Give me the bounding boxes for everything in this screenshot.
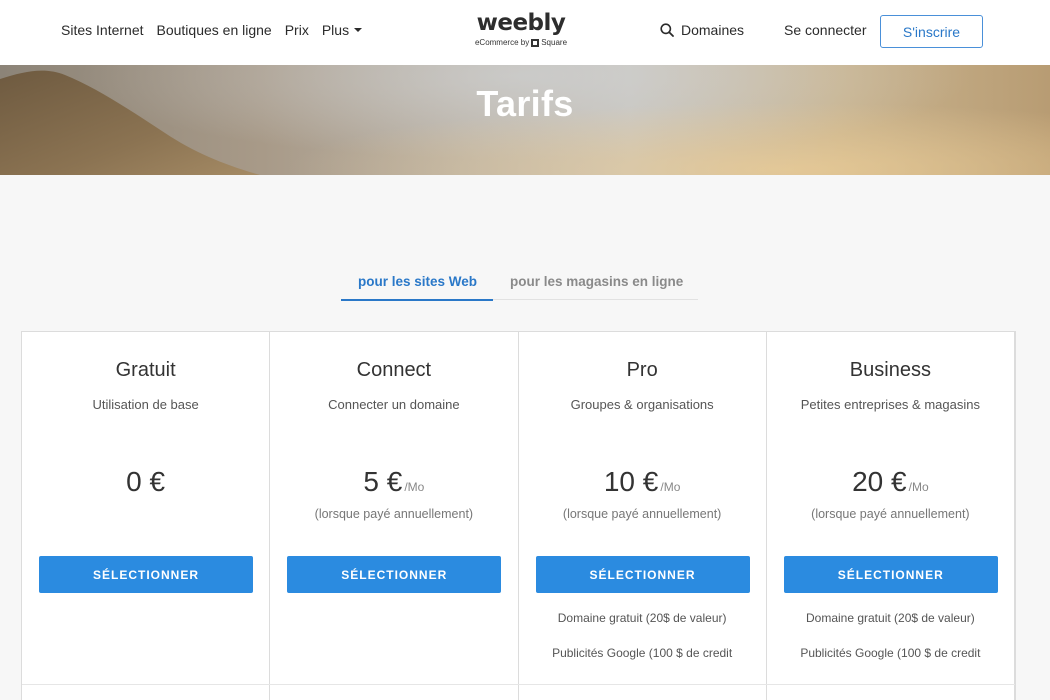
plan-billing-note: (lorsque payé annuellement)	[811, 507, 970, 521]
select-plan-button[interactable]: SÉLECTIONNER	[39, 556, 253, 593]
plan-price-amount: 5 €	[363, 466, 403, 497]
plan-name: Pro	[626, 359, 658, 381]
plan-price: 10 €/Mo	[519, 466, 766, 498]
tab-magasins-en-ligne[interactable]: pour les magasins en ligne	[510, 274, 683, 289]
plans-divider	[22, 684, 1015, 685]
nav-link-plus-dropdown[interactable]: Plus	[321, 22, 363, 38]
nav-link-prix[interactable]: Prix	[285, 22, 309, 38]
active-tab-indicator	[341, 299, 493, 301]
plan-price-amount: 10 €	[603, 466, 659, 497]
logo-sub-brand: Square	[541, 38, 568, 47]
plan-price-amount: 20 €	[852, 466, 907, 497]
plan-price: 0 €	[22, 466, 269, 498]
select-plan-button[interactable]: SÉLECTIONNER	[783, 556, 998, 593]
plan-description: Groupes & organisations	[570, 397, 714, 412]
plan-description: Petites entreprises & magasins	[800, 397, 980, 412]
plan-name: Connect	[356, 359, 432, 381]
nav-link-boutiques-en-ligne[interactable]: Boutiques en ligne	[157, 22, 272, 38]
plan-price-period: /Mo	[660, 480, 681, 494]
plan-price-period: /Mo	[404, 480, 425, 494]
top-navigation-bar: Sites Internet Boutiques en ligne Prix P…	[0, 0, 1050, 65]
select-plan-button[interactable]: SÉLECTIONNER	[287, 556, 502, 593]
plan-price: 20 €/Mo	[767, 466, 1014, 498]
plan-feature: Domaine gratuit (20$ de valeur)	[805, 611, 975, 625]
select-plan-button[interactable]: SÉLECTIONNER	[535, 556, 750, 593]
logo-subtitle: eCommerce by Square	[466, 38, 576, 47]
weebly-logo[interactable]: weebly eCommerce by Square	[466, 9, 576, 47]
pricing-tabs: pour les sites Web pour les magasins en …	[341, 270, 698, 301]
plan-feature: Domaine gratuit (20$ de valeur)	[557, 611, 727, 625]
domains-label: Domaines	[681, 22, 745, 38]
plan-description: Utilisation de base	[92, 397, 199, 412]
plan-card-connect: Connect Connecter un domaine 5 €/Mo (lor…	[270, 332, 519, 700]
tab-sites-web[interactable]: pour les sites Web	[358, 274, 477, 289]
pricing-plans: Gratuit Utilisation de base 0 € SÉLECTIO…	[21, 331, 1016, 700]
hero-banner: Tarifs	[0, 65, 1050, 175]
plan-card-gratuit: Gratuit Utilisation de base 0 € SÉLECTIO…	[22, 332, 271, 700]
plan-billing-note: (lorsque payé annuellement)	[562, 507, 722, 521]
plan-name: Gratuit	[115, 359, 176, 381]
signup-button[interactable]: S'inscrire	[880, 15, 983, 48]
plan-price: 5 €/Mo	[270, 466, 517, 498]
logo-wordmark: weebly	[476, 10, 566, 36]
domains-link[interactable]: Domaines	[660, 22, 744, 38]
search-icon	[660, 23, 674, 37]
plan-feature: Publicités Google (100 $ de credit	[552, 646, 733, 660]
plan-card-pro: Pro Groupes & organisations 10 €/Mo (lor…	[519, 332, 767, 700]
logo-sub-prefix: eCommerce by	[474, 38, 530, 47]
square-logo-icon	[531, 38, 540, 47]
page-title: Tarifs	[476, 83, 574, 124]
plan-feature: Publicités Google (100 $ de credit	[800, 646, 981, 660]
plan-price-amount: 0 €	[126, 466, 166, 497]
main-nav: Sites Internet Boutiques en ligne Prix P…	[61, 22, 375, 38]
plan-card-business: Business Petites entreprises & magasins …	[767, 332, 1015, 700]
nav-link-plus-label: Plus	[321, 22, 350, 38]
plan-description: Connecter un domaine	[328, 397, 460, 412]
chevron-down-icon	[354, 28, 363, 32]
nav-link-sites-internet[interactable]: Sites Internet	[61, 22, 144, 38]
plan-price-period: /Mo	[908, 480, 929, 494]
plan-name: Business	[849, 359, 931, 381]
login-link[interactable]: Se connecter	[784, 22, 867, 38]
plan-billing-note: (lorsque payé annuellement)	[314, 507, 474, 521]
